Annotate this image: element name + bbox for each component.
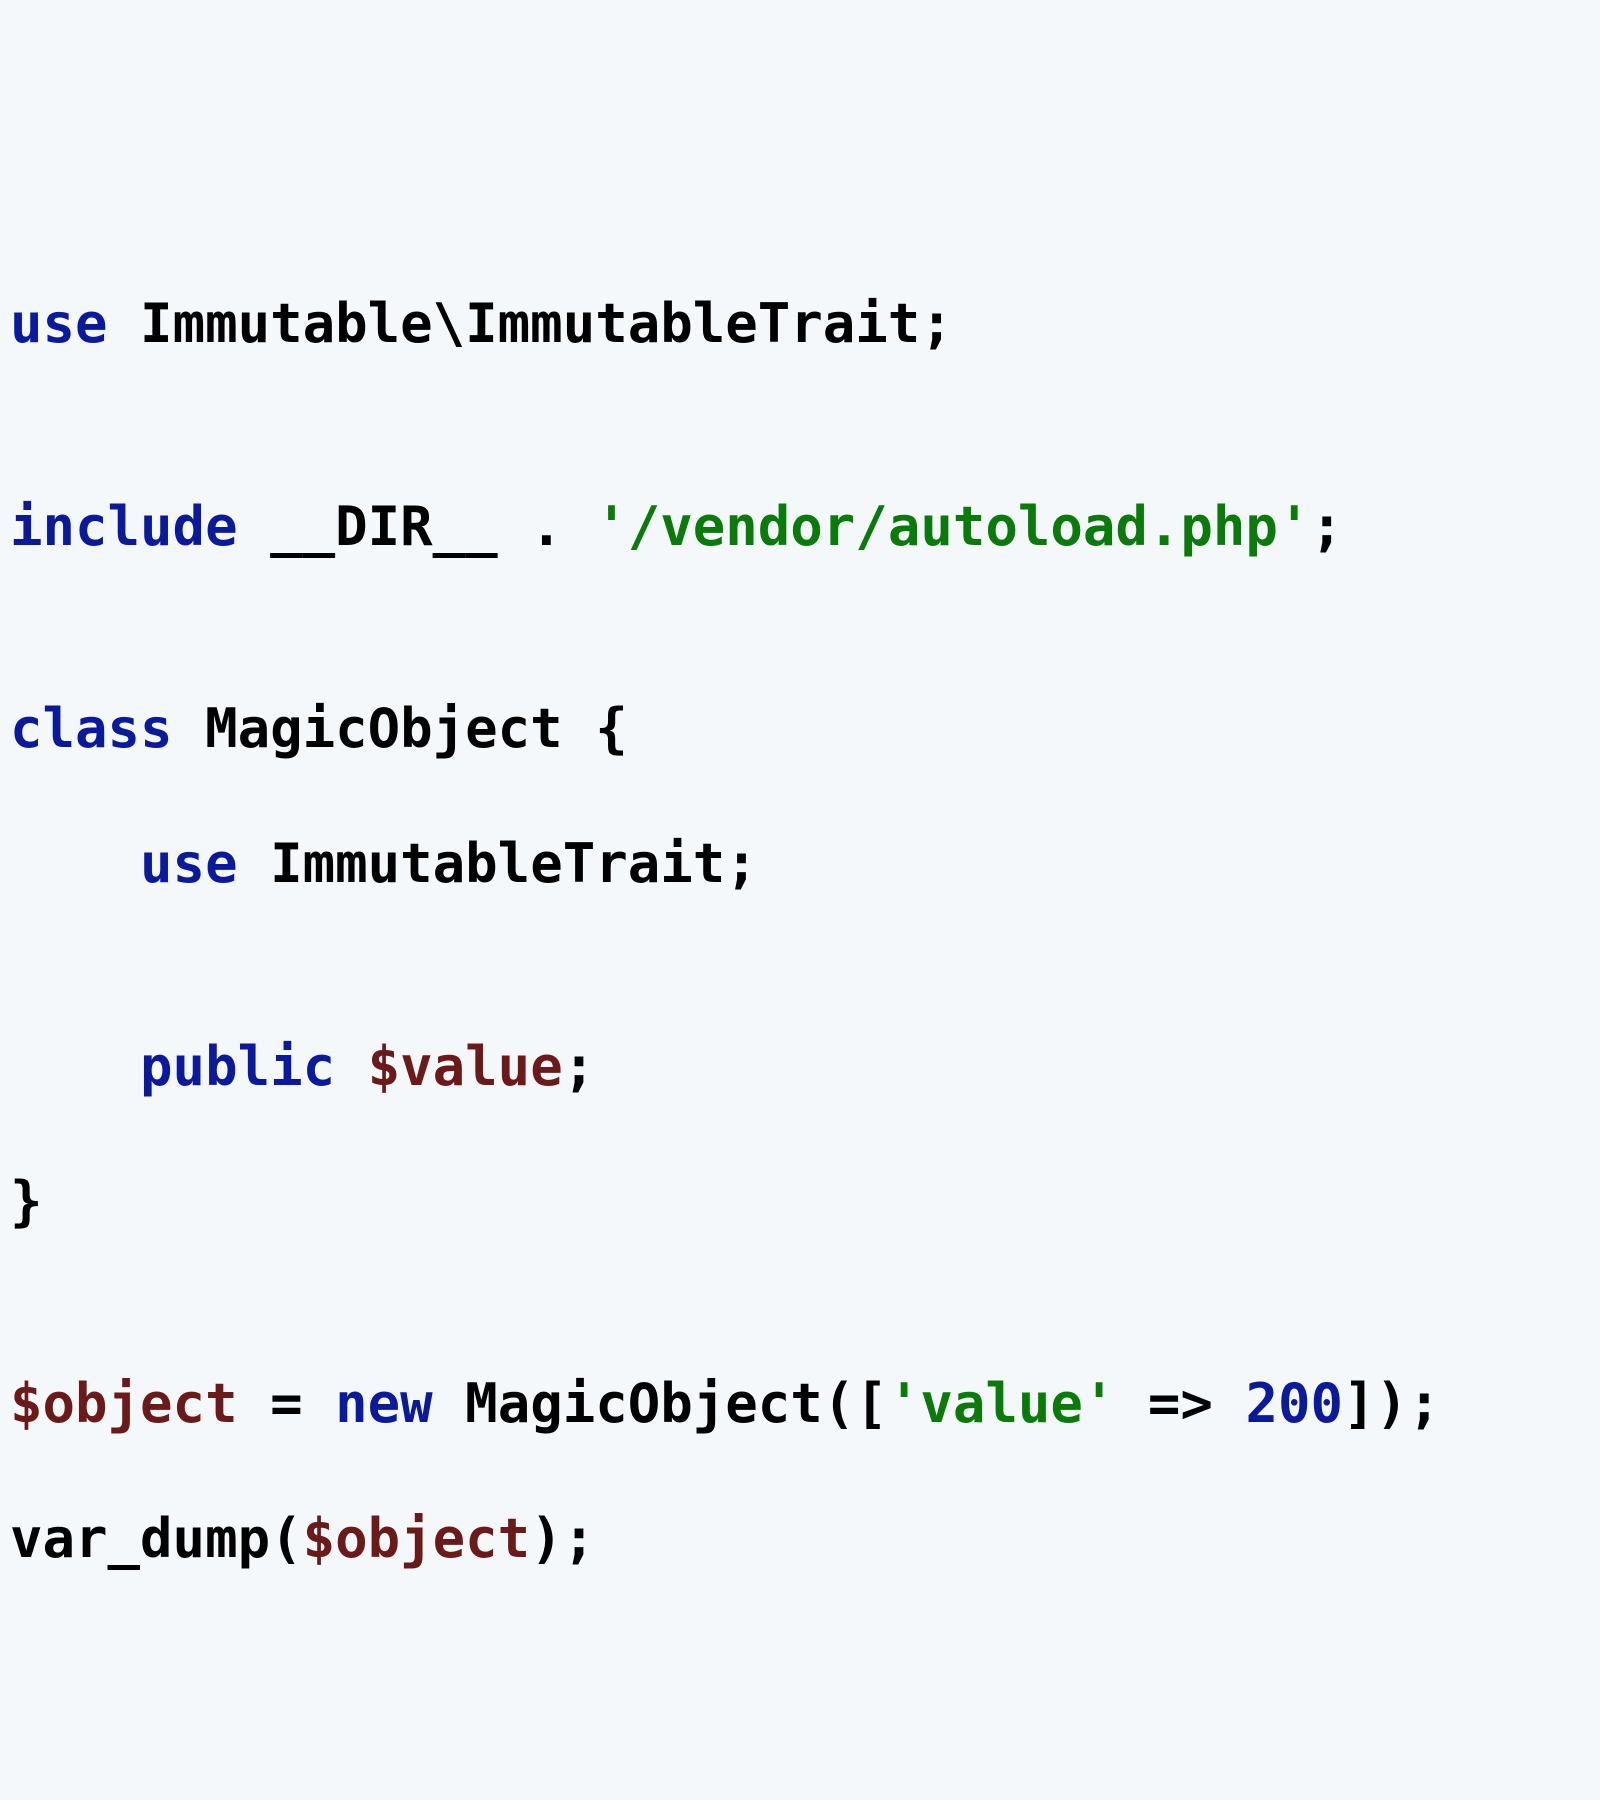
keyword-new: new (335, 1372, 433, 1435)
code-text (335, 1035, 368, 1098)
keyword-class: class (10, 697, 173, 760)
code-line-3: include __DIR__ . '/vendor/autoload.php'… (10, 493, 1600, 561)
number-literal: 200 (1245, 1372, 1343, 1435)
code-text: ImmutableTrait; (238, 832, 758, 895)
code-text: ; (563, 1035, 596, 1098)
indent (10, 1035, 140, 1098)
keyword-use: use (140, 832, 238, 895)
code-line-11: $object = new MagicObject(['value' => 20… (10, 1370, 1600, 1438)
variable: $object (303, 1507, 531, 1570)
code-text: Immutable\ImmutableTrait; (108, 292, 953, 355)
code-text: ; (1310, 495, 1343, 558)
variable: $value (368, 1035, 563, 1098)
code-line-5: class MagicObject { (10, 695, 1600, 763)
code-text: ); (530, 1507, 595, 1570)
keyword-include: include (10, 495, 238, 558)
function-call: var_dump( (10, 1507, 303, 1570)
code-text: = (238, 1372, 336, 1435)
brace-close: } (10, 1170, 43, 1233)
code-line-1: use Immutable\ImmutableTrait; (10, 290, 1600, 358)
code-text: ]); (1343, 1372, 1441, 1435)
code-text: MagicObject { (173, 697, 628, 760)
string-literal: 'value' (888, 1372, 1116, 1435)
code-line-8: public $value; (10, 1033, 1600, 1101)
code-text: . (498, 495, 596, 558)
code-text (238, 495, 271, 558)
indent (10, 832, 140, 895)
keyword-use: use (10, 292, 108, 355)
code-line-9: } (10, 1168, 1600, 1236)
code-line-6: use ImmutableTrait; (10, 830, 1600, 898)
keyword-public: public (140, 1035, 335, 1098)
const-dir: __DIR__ (270, 495, 498, 558)
code-line-12: var_dump($object); (10, 1505, 1600, 1573)
variable: $object (10, 1372, 238, 1435)
string-literal: '/vendor/autoload.php' (595, 495, 1310, 558)
code-text: => (1115, 1372, 1245, 1435)
code-text: MagicObject([ (433, 1372, 888, 1435)
